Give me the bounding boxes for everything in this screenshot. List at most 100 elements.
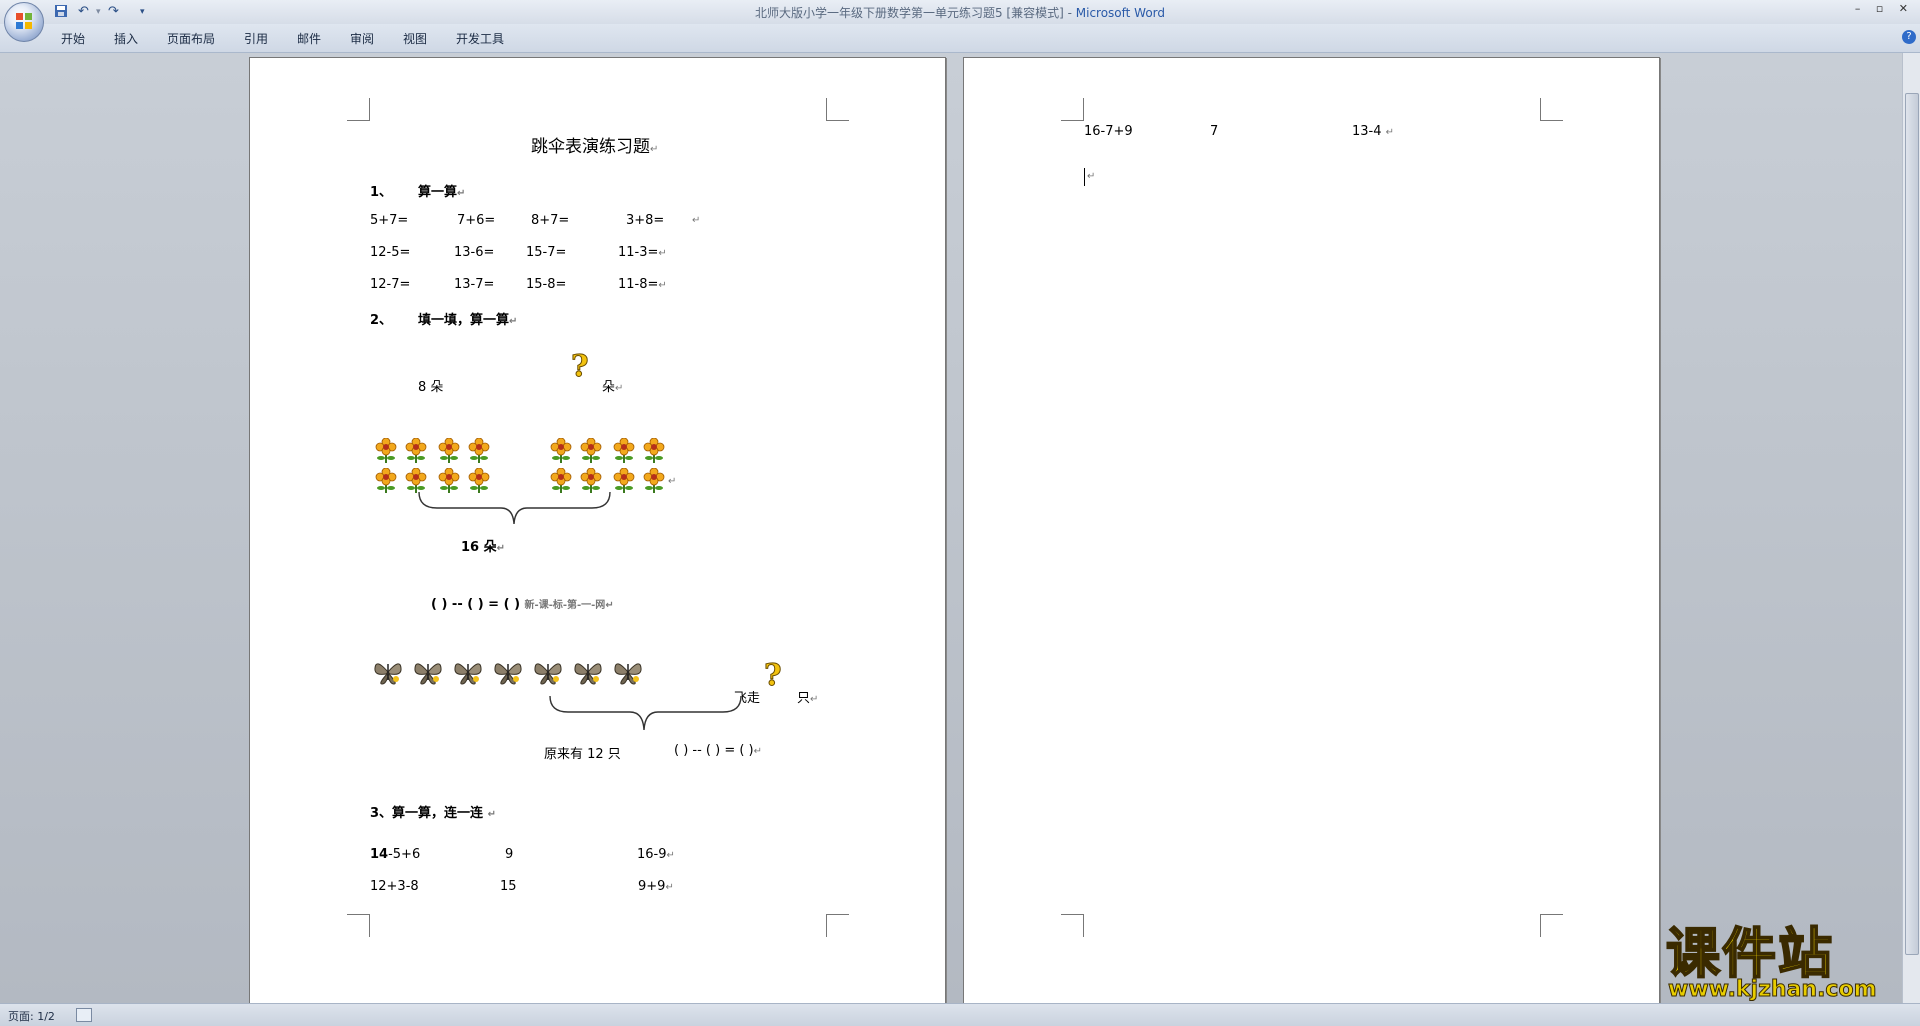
ribbon-tabs: 开始 插入 页面布局 引用 邮件 审阅 视图 开发工具 ? [0, 24, 1920, 53]
watermark-title: 课件站 [1665, 922, 1834, 985]
butterfly-icon [572, 658, 604, 686]
problem-cell: 11-3=↵ [618, 245, 667, 260]
flower-icon [643, 437, 665, 464]
section-1-title: 算一算↵ [418, 185, 466, 200]
flower-icon [643, 467, 665, 494]
paragraph-mark: ↵ [668, 476, 677, 487]
title-bar: 北师大版小学一年级下册数学第一单元练习题5 [兼容模式] - Microsoft… [0, 0, 1920, 25]
flower-icon [375, 467, 397, 494]
problem-cell: 3+8= [626, 213, 665, 228]
equation-2: ( ) -- ( ) = ( )↵ [674, 743, 763, 758]
flower-icon [405, 437, 427, 464]
undo-dropdown-icon[interactable]: ▾ [96, 7, 101, 17]
question-mark-icon: ? [571, 349, 590, 385]
watermark-logo: 课件站 www.kjzhan.com [1665, 922, 1896, 1003]
save-icon[interactable] [54, 4, 68, 22]
left-flower-count: 8 朵 [418, 380, 444, 395]
total-flower-count: 16 朵↵ [461, 540, 506, 555]
page-count[interactable]: 页面: 1/2 [8, 1008, 55, 1024]
tab-references[interactable]: 引用 [244, 30, 268, 47]
problem-cell: 13-6= [454, 245, 495, 260]
tab-view[interactable]: 视图 [403, 30, 427, 47]
status-bar: 页面: 1/2 [0, 1003, 1920, 1026]
window-controls[interactable]: – ▫ ✕ [1855, 2, 1914, 15]
section-1-number: 1、 [370, 185, 393, 200]
problem-cell: 15-7= [526, 245, 567, 260]
match-cell: 9+9↵ [638, 879, 674, 894]
right-flower-unit: 朵↵ [602, 380, 624, 395]
document-heading: 跳伞表演练习题↵ [531, 137, 659, 157]
margin-corner [826, 914, 849, 937]
problem-cell: 12-7= [370, 277, 411, 292]
redo-icon[interactable]: ↷ [108, 4, 119, 19]
flower-icon [580, 437, 602, 464]
tab-mailings[interactable]: 邮件 [297, 30, 321, 47]
office-logo-icon [16, 13, 32, 29]
margin-corner [1540, 914, 1563, 937]
tab-page-layout[interactable]: 页面布局 [167, 30, 215, 47]
paragraph-mark: ↵ [1087, 171, 1096, 182]
butterfly-icon [372, 658, 404, 686]
flower-icon [468, 437, 490, 464]
problem-cell: 11-8=↵ [618, 277, 667, 292]
curly-brace [549, 695, 742, 731]
tab-insert[interactable]: 插入 [114, 30, 138, 47]
document-page-1[interactable]: 跳伞表演练习题↵ 1、 算一算↵ 5+7= 7+6= 8+7= 3+8= ↵ 1… [249, 57, 946, 1007]
window-title: 北师大版小学一年级下册数学第一单元练习题5 [兼容模式] - Microsoft… [754, 6, 1166, 20]
vertical-scrollbar[interactable] [1902, 53, 1920, 1003]
equation-1: ( ) -- ( ) = ( ) 新-课-标-第-一-网↵ [431, 597, 614, 612]
section-3-title: 3、算一算，连一连 ↵ [370, 806, 496, 821]
macro-record-icon[interactable] [76, 1008, 92, 1022]
butterfly-icon [532, 658, 564, 686]
paragraph-mark: ↵ [692, 215, 701, 226]
question-mark-icon: ? [764, 658, 783, 694]
tab-developer[interactable]: 开发工具 [456, 30, 504, 47]
butterfly-icon [452, 658, 484, 686]
match-cell: 14-5+6 [370, 847, 421, 862]
problem-cell: 7+6= [457, 213, 496, 228]
problem-cell: 8+7= [531, 213, 570, 228]
butterfly-group [372, 658, 652, 692]
flower-icon [613, 437, 635, 464]
watermark-url: www.kjzhan.com [1668, 977, 1878, 1003]
customize-quick-access-icon[interactable]: ▾ [140, 7, 145, 17]
tab-review[interactable]: 审阅 [350, 30, 374, 47]
match-cell: 16-7+9 [1084, 124, 1133, 139]
match-cell: 15 [500, 879, 517, 894]
margin-corner [1061, 98, 1084, 121]
match-cell: 12+3-8 [370, 879, 419, 894]
problem-cell: 12-5= [370, 245, 411, 260]
butterfly-icon [492, 658, 524, 686]
text-cursor [1084, 168, 1085, 186]
tab-home[interactable]: 开始 [61, 30, 85, 47]
butterfly-icon [412, 658, 444, 686]
section-2-number: 2、 [370, 313, 393, 328]
match-cell: 7 [1210, 124, 1219, 139]
office-button[interactable] [4, 2, 44, 42]
match-cell: 9 [505, 847, 514, 862]
document-page-2[interactable]: 16-7+9 7 13-4 ↵ ↵ [963, 57, 1660, 1007]
problem-cell: 5+7= [370, 213, 409, 228]
problem-cell: 15-8= [526, 277, 567, 292]
margin-corner [347, 914, 370, 937]
match-cell: 13-4 ↵ [1352, 124, 1395, 139]
flower-icon [438, 437, 460, 464]
butterfly-unit: 只↵ [797, 691, 819, 706]
margin-corner [826, 98, 849, 121]
margin-corner [1540, 98, 1563, 121]
original-count: 原来有 12 只 [544, 747, 621, 762]
flower-icon [550, 437, 572, 464]
butterfly-icon [612, 658, 644, 686]
curly-brace [418, 491, 611, 525]
match-cell: 16-9↵ [637, 847, 675, 862]
margin-corner [347, 98, 370, 121]
section-2-title: 填一填，算一算↵ [418, 313, 518, 328]
margin-corner [1061, 914, 1084, 937]
scrollbar-thumb[interactable] [1905, 93, 1919, 955]
undo-icon[interactable]: ↶ [78, 4, 89, 19]
document-workspace: 跳伞表演练习题↵ 1、 算一算↵ 5+7= 7+6= 8+7= 3+8= ↵ 1… [0, 53, 1903, 1007]
flower-icon [375, 437, 397, 464]
problem-cell: 13-7= [454, 277, 495, 292]
help-icon[interactable]: ? [1902, 30, 1916, 44]
flower-icon [613, 467, 635, 494]
